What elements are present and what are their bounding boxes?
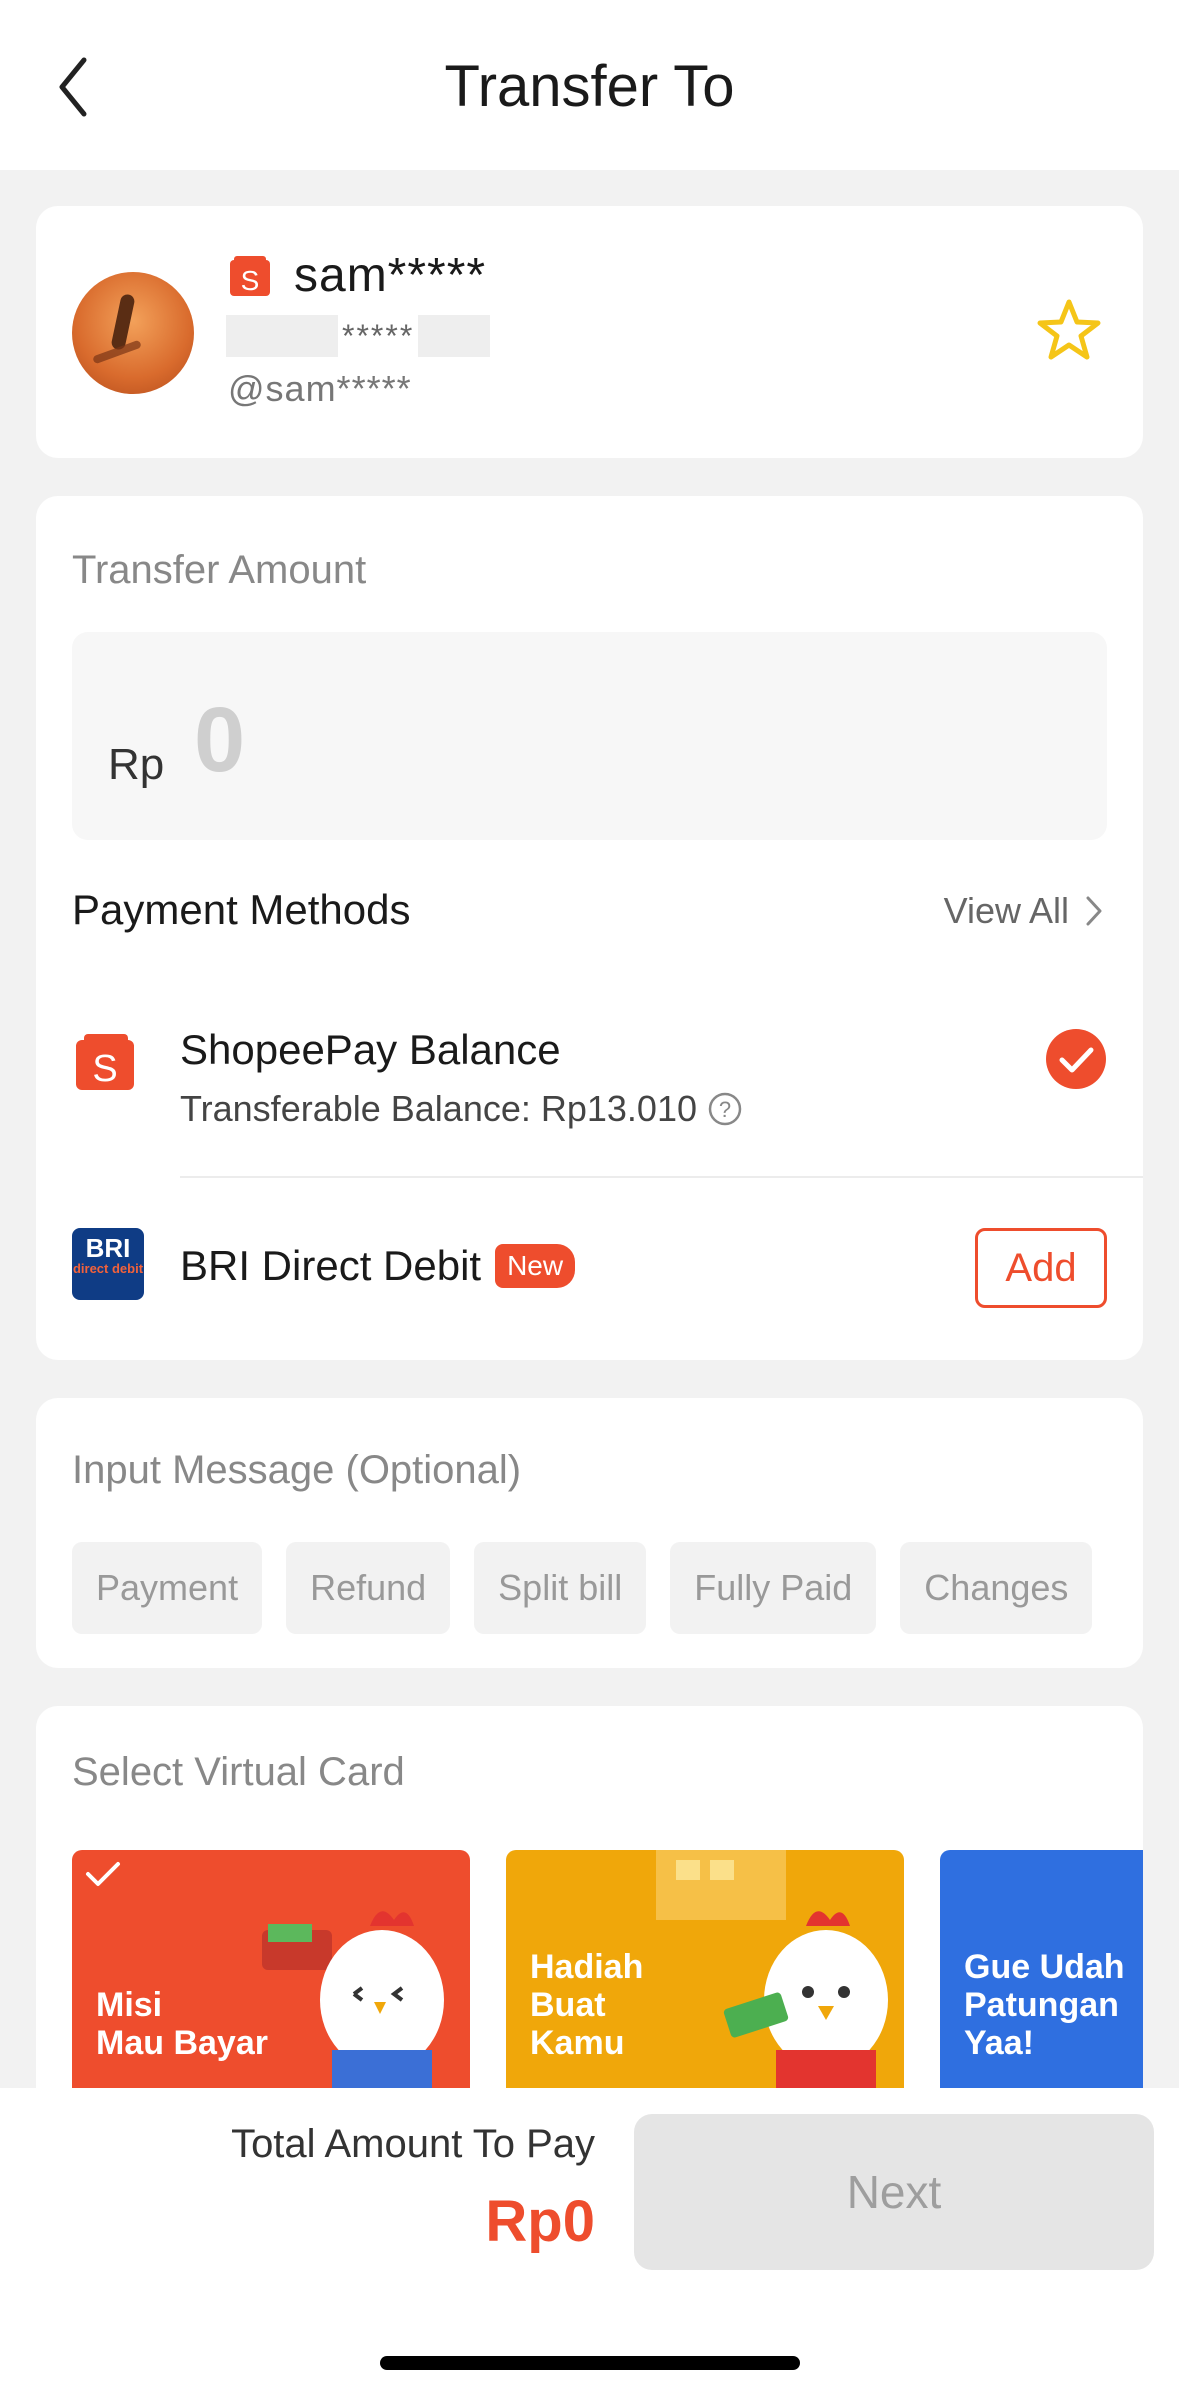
message-chips: Payment Refund Split bill Fully Paid Cha… (72, 1542, 1093, 1634)
message-chip-refund[interactable]: Refund (286, 1542, 451, 1634)
message-chip-payment[interactable]: Payment (72, 1542, 263, 1634)
check-icon (86, 1862, 120, 1886)
svg-text:S: S (92, 1048, 117, 1090)
virtual-card-list: Misi Mau Bayar Hadiah Buat Kamu Gue Udah… (72, 1850, 1143, 2090)
add-bri-button[interactable]: Add (975, 1228, 1107, 1308)
shopee-logo-icon: S (230, 256, 270, 296)
virtual-card-text: Hadiah Buat Kamu (530, 1948, 644, 2062)
view-all-link[interactable]: View All (944, 890, 1103, 932)
virtual-card-1[interactable]: Misi Mau Bayar (72, 1850, 470, 2090)
star-outline-icon[interactable] (1036, 298, 1102, 362)
bri-logo-text: BRI (85, 1233, 131, 1263)
message-chip-fully-paid[interactable]: Fully Paid (670, 1542, 877, 1634)
total-amount-value: Rp0 (485, 2189, 595, 2254)
transferable-balance: Transferable Balance: Rp13.010 ? (180, 1088, 743, 1130)
amount-value: 0 (194, 689, 246, 791)
recipient-name: sam***** (294, 249, 487, 302)
recipient-card: S sam***** ***** @sam***** (36, 206, 1143, 458)
top-nav-bar: Transfer To (0, 0, 1179, 170)
masked-phone-text: ***** (342, 317, 415, 354)
payment-method-name[interactable]: ShopeePay Balance (180, 1026, 561, 1074)
message-chip-split-bill[interactable]: Split bill (474, 1542, 647, 1634)
next-button[interactable]: Next (634, 2114, 1154, 2270)
virtual-card-3[interactable]: Gue Udah Patungan Yaa! (940, 1850, 1143, 2090)
amount-input[interactable]: Rp 0 (72, 632, 1107, 840)
blurred-segment (418, 315, 491, 357)
avatar (72, 272, 194, 394)
svg-text:?: ? (719, 1097, 731, 1122)
virtual-card-2[interactable]: Hadiah Buat Kamu (506, 1850, 904, 2090)
transfer-card: Transfer Amount Rp 0 Payment Methods Vie… (36, 496, 1143, 1360)
currency-label: Rp (108, 740, 165, 789)
virtual-card-label: Select Virtual Card (72, 1750, 405, 1794)
chevron-right-icon (1086, 896, 1102, 926)
recipient-username: @sam***** (228, 368, 412, 409)
message-chip-changes[interactable]: Changes (900, 1542, 1093, 1634)
bottom-action-bar: Total Amount To Pay Rp0 Next (0, 2088, 1179, 2396)
message-card: Input Message (Optional) Payment Refund … (36, 1398, 1143, 1668)
total-amount-label: Total Amount To Pay (231, 2122, 595, 2166)
page-title: Transfer To (444, 54, 735, 119)
shopeepay-icon: S (76, 1034, 134, 1090)
payment-method-bri[interactable]: BRI Direct Debit New (180, 1242, 576, 1290)
chicken-mascot-illustration (262, 1911, 444, 2090)
question-circle-icon[interactable]: ? (707, 1091, 743, 1127)
bri-logo-icon: BRI direct debit (72, 1228, 144, 1300)
new-badge: New (495, 1244, 576, 1288)
divider (180, 1176, 1143, 1178)
chicken-mascot-illustration (656, 1850, 888, 2090)
virtual-card-text: Gue Udah Patungan Yaa! (964, 1948, 1125, 2062)
message-label: Input Message (Optional) (72, 1448, 522, 1492)
masked-phone: ***** (226, 314, 491, 358)
svg-text:S: S (241, 265, 260, 296)
payment-method-name: BRI Direct Debit (180, 1242, 482, 1289)
virtual-card-section: Select Virtual Card Misi Mau Bayar Hadia… (36, 1706, 1143, 2126)
transferable-balance-text: Transferable Balance: Rp13.010 (180, 1088, 697, 1129)
payment-methods-title: Payment Methods (72, 886, 411, 933)
virtual-card-text: Misi Mau Bayar (96, 1986, 268, 2062)
bri-logo-subtext: direct debit (72, 1261, 144, 1276)
home-indicator[interactable] (380, 2356, 800, 2370)
transfer-amount-label: Transfer Amount (72, 548, 367, 592)
blurred-segment (226, 315, 338, 357)
view-all-label: View All (943, 890, 1069, 931)
selected-check-icon[interactable] (1045, 1028, 1107, 1090)
